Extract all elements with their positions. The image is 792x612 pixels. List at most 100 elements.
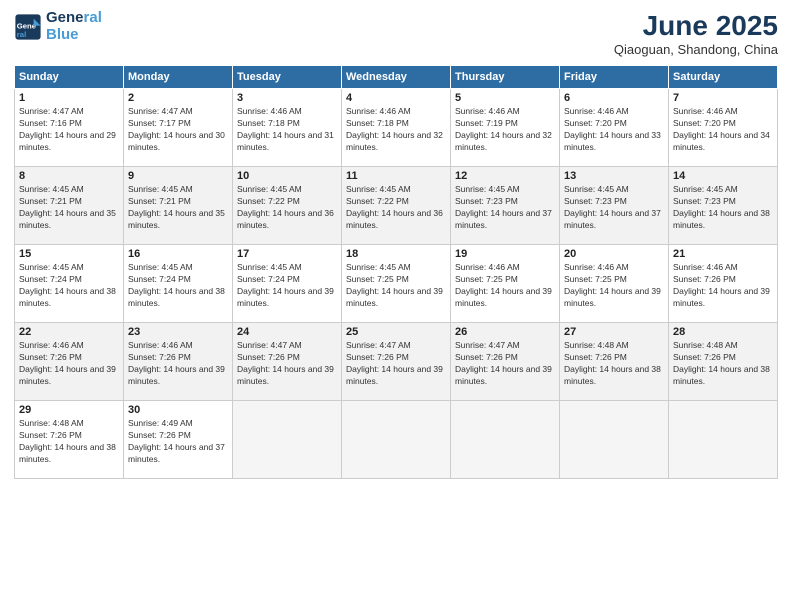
day-number: 1 <box>19 92 119 104</box>
day-info: Sunrise: 4:46 AMSunset: 7:26 PMDaylight:… <box>19 340 119 388</box>
day-info: Sunrise: 4:45 AMSunset: 7:21 PMDaylight:… <box>19 184 119 232</box>
day-number: 24 <box>237 326 337 338</box>
day-number: 11 <box>346 170 446 182</box>
day-number: 28 <box>673 326 773 338</box>
header-saturday: Saturday <box>669 66 778 89</box>
header: Gene ral General Blue June 2025 Qiaoguan… <box>14 10 778 57</box>
table-row <box>560 401 669 479</box>
weekday-header-row: Sunday Monday Tuesday Wednesday Thursday… <box>15 66 778 89</box>
day-number: 19 <box>455 248 555 260</box>
day-info: Sunrise: 4:46 AMSunset: 7:19 PMDaylight:… <box>455 106 555 154</box>
day-number: 25 <box>346 326 446 338</box>
table-row: 7 Sunrise: 4:46 AMSunset: 7:20 PMDayligh… <box>669 89 778 167</box>
day-info: Sunrise: 4:45 AMSunset: 7:23 PMDaylight:… <box>455 184 555 232</box>
day-number: 4 <box>346 92 446 104</box>
day-info: Sunrise: 4:46 AMSunset: 7:18 PMDaylight:… <box>237 106 337 154</box>
day-info: Sunrise: 4:45 AMSunset: 7:25 PMDaylight:… <box>346 262 446 310</box>
day-info: Sunrise: 4:45 AMSunset: 7:24 PMDaylight:… <box>128 262 228 310</box>
calendar-week-row: 1 Sunrise: 4:47 AMSunset: 7:16 PMDayligh… <box>15 89 778 167</box>
calendar-week-row: 22 Sunrise: 4:46 AMSunset: 7:26 PMDaylig… <box>15 323 778 401</box>
table-row: 9 Sunrise: 4:45 AMSunset: 7:21 PMDayligh… <box>124 167 233 245</box>
day-number: 26 <box>455 326 555 338</box>
day-info: Sunrise: 4:49 AMSunset: 7:26 PMDaylight:… <box>128 418 228 466</box>
day-number: 17 <box>237 248 337 260</box>
title-block: June 2025 Qiaoguan, Shandong, China <box>614 10 778 57</box>
table-row: 1 Sunrise: 4:47 AMSunset: 7:16 PMDayligh… <box>15 89 124 167</box>
svg-text:ral: ral <box>17 29 26 38</box>
day-info: Sunrise: 4:47 AMSunset: 7:26 PMDaylight:… <box>237 340 337 388</box>
day-number: 10 <box>237 170 337 182</box>
logo: Gene ral General Blue <box>14 10 102 43</box>
table-row: 11 Sunrise: 4:45 AMSunset: 7:22 PMDaylig… <box>342 167 451 245</box>
table-row: 12 Sunrise: 4:45 AMSunset: 7:23 PMDaylig… <box>451 167 560 245</box>
day-info: Sunrise: 4:46 AMSunset: 7:25 PMDaylight:… <box>455 262 555 310</box>
day-info: Sunrise: 4:45 AMSunset: 7:22 PMDaylight:… <box>237 184 337 232</box>
day-info: Sunrise: 4:48 AMSunset: 7:26 PMDaylight:… <box>673 340 773 388</box>
table-row: 19 Sunrise: 4:46 AMSunset: 7:25 PMDaylig… <box>451 245 560 323</box>
table-row <box>342 401 451 479</box>
table-row: 4 Sunrise: 4:46 AMSunset: 7:18 PMDayligh… <box>342 89 451 167</box>
day-number: 13 <box>564 170 664 182</box>
table-row: 30 Sunrise: 4:49 AMSunset: 7:26 PMDaylig… <box>124 401 233 479</box>
day-info: Sunrise: 4:46 AMSunset: 7:25 PMDaylight:… <box>564 262 664 310</box>
day-info: Sunrise: 4:45 AMSunset: 7:23 PMDaylight:… <box>673 184 773 232</box>
day-number: 16 <box>128 248 228 260</box>
day-info: Sunrise: 4:46 AMSunset: 7:26 PMDaylight:… <box>128 340 228 388</box>
day-info: Sunrise: 4:45 AMSunset: 7:24 PMDaylight:… <box>19 262 119 310</box>
day-number: 21 <box>673 248 773 260</box>
day-info: Sunrise: 4:45 AMSunset: 7:24 PMDaylight:… <box>237 262 337 310</box>
day-number: 8 <box>19 170 119 182</box>
day-number: 5 <box>455 92 555 104</box>
table-row: 18 Sunrise: 4:45 AMSunset: 7:25 PMDaylig… <box>342 245 451 323</box>
day-number: 18 <box>346 248 446 260</box>
table-row: 23 Sunrise: 4:46 AMSunset: 7:26 PMDaylig… <box>124 323 233 401</box>
day-number: 30 <box>128 404 228 416</box>
day-number: 3 <box>237 92 337 104</box>
day-info: Sunrise: 4:45 AMSunset: 7:22 PMDaylight:… <box>346 184 446 232</box>
table-row: 17 Sunrise: 4:45 AMSunset: 7:24 PMDaylig… <box>233 245 342 323</box>
day-number: 23 <box>128 326 228 338</box>
header-thursday: Thursday <box>451 66 560 89</box>
table-row: 27 Sunrise: 4:48 AMSunset: 7:26 PMDaylig… <box>560 323 669 401</box>
day-info: Sunrise: 4:45 AMSunset: 7:23 PMDaylight:… <box>564 184 664 232</box>
day-info: Sunrise: 4:48 AMSunset: 7:26 PMDaylight:… <box>564 340 664 388</box>
day-info: Sunrise: 4:48 AMSunset: 7:26 PMDaylight:… <box>19 418 119 466</box>
table-row: 3 Sunrise: 4:46 AMSunset: 7:18 PMDayligh… <box>233 89 342 167</box>
calendar-week-row: 15 Sunrise: 4:45 AMSunset: 7:24 PMDaylig… <box>15 245 778 323</box>
month-year: June 2025 <box>614 10 778 42</box>
day-info: Sunrise: 4:47 AMSunset: 7:26 PMDaylight:… <box>455 340 555 388</box>
calendar-table: Sunday Monday Tuesday Wednesday Thursday… <box>14 65 778 479</box>
table-row: 15 Sunrise: 4:45 AMSunset: 7:24 PMDaylig… <box>15 245 124 323</box>
table-row: 14 Sunrise: 4:45 AMSunset: 7:23 PMDaylig… <box>669 167 778 245</box>
table-row: 22 Sunrise: 4:46 AMSunset: 7:26 PMDaylig… <box>15 323 124 401</box>
day-number: 12 <box>455 170 555 182</box>
day-number: 2 <box>128 92 228 104</box>
calendar-week-row: 8 Sunrise: 4:45 AMSunset: 7:21 PMDayligh… <box>15 167 778 245</box>
logo-icon: Gene ral <box>14 13 42 41</box>
day-info: Sunrise: 4:46 AMSunset: 7:20 PMDaylight:… <box>564 106 664 154</box>
table-row: 28 Sunrise: 4:48 AMSunset: 7:26 PMDaylig… <box>669 323 778 401</box>
table-row: 8 Sunrise: 4:45 AMSunset: 7:21 PMDayligh… <box>15 167 124 245</box>
table-row: 24 Sunrise: 4:47 AMSunset: 7:26 PMDaylig… <box>233 323 342 401</box>
day-number: 7 <box>673 92 773 104</box>
day-number: 15 <box>19 248 119 260</box>
header-tuesday: Tuesday <box>233 66 342 89</box>
table-row: 25 Sunrise: 4:47 AMSunset: 7:26 PMDaylig… <box>342 323 451 401</box>
day-number: 22 <box>19 326 119 338</box>
table-row: 26 Sunrise: 4:47 AMSunset: 7:26 PMDaylig… <box>451 323 560 401</box>
location: Qiaoguan, Shandong, China <box>614 42 778 57</box>
table-row: 5 Sunrise: 4:46 AMSunset: 7:19 PMDayligh… <box>451 89 560 167</box>
table-row <box>669 401 778 479</box>
table-row: 6 Sunrise: 4:46 AMSunset: 7:20 PMDayligh… <box>560 89 669 167</box>
day-info: Sunrise: 4:46 AMSunset: 7:20 PMDaylight:… <box>673 106 773 154</box>
day-number: 9 <box>128 170 228 182</box>
table-row: 2 Sunrise: 4:47 AMSunset: 7:17 PMDayligh… <box>124 89 233 167</box>
header-friday: Friday <box>560 66 669 89</box>
header-sunday: Sunday <box>15 66 124 89</box>
day-info: Sunrise: 4:47 AMSunset: 7:16 PMDaylight:… <box>19 106 119 154</box>
table-row: 10 Sunrise: 4:45 AMSunset: 7:22 PMDaylig… <box>233 167 342 245</box>
header-monday: Monday <box>124 66 233 89</box>
day-info: Sunrise: 4:47 AMSunset: 7:17 PMDaylight:… <box>128 106 228 154</box>
table-row <box>233 401 342 479</box>
table-row: 21 Sunrise: 4:46 AMSunset: 7:26 PMDaylig… <box>669 245 778 323</box>
